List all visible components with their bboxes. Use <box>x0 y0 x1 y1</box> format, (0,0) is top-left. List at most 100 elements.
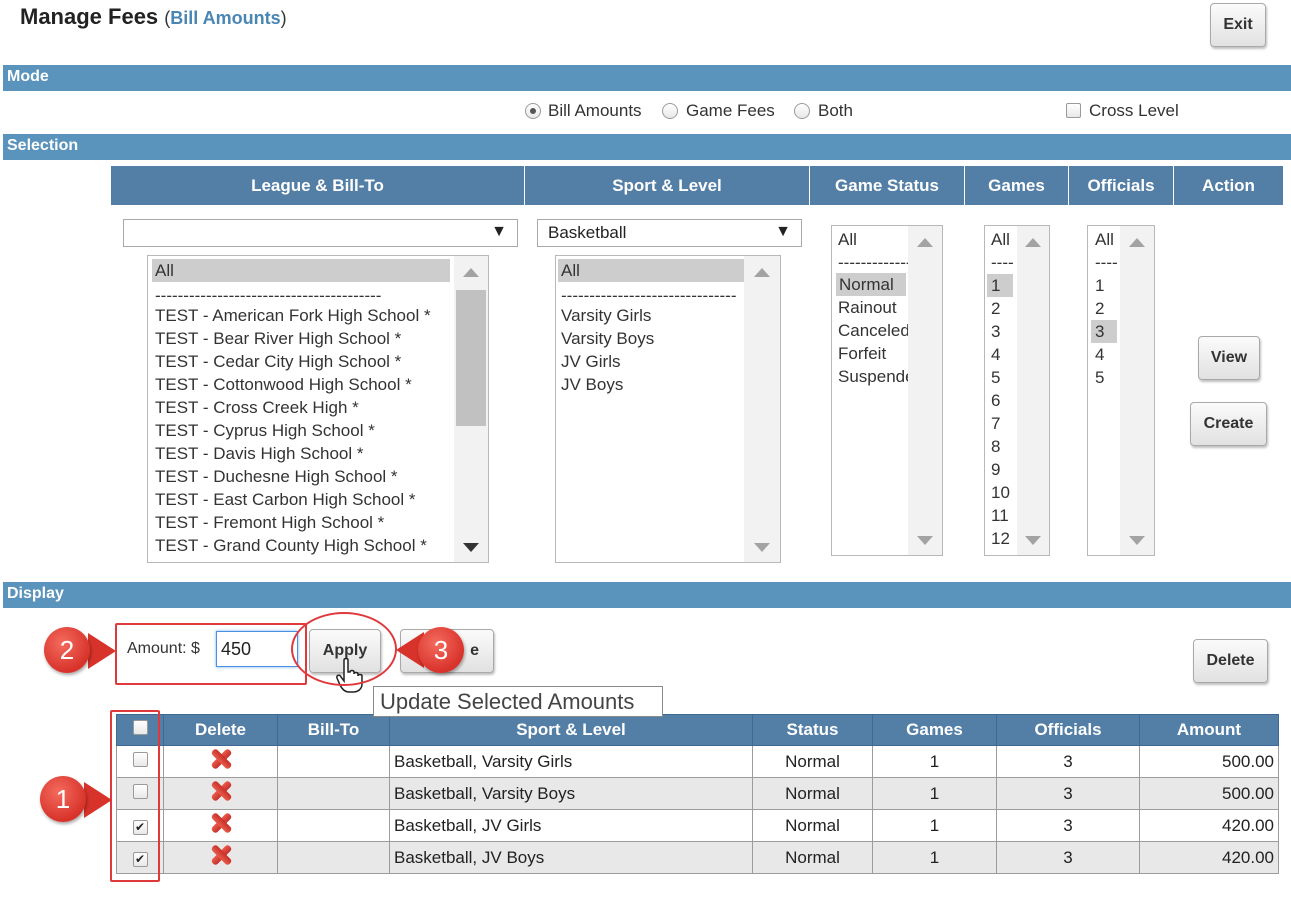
list-item[interactable]: 2 <box>1095 297 1104 320</box>
list-item[interactable]: TEST - Grand County High School * <box>155 534 427 557</box>
scroll-down-icon[interactable] <box>463 543 479 552</box>
list-item[interactable]: 1 <box>1095 274 1104 297</box>
col-action: Action <box>1174 166 1283 205</box>
scroll-up-icon[interactable] <box>463 268 479 277</box>
status-listbox[interactable]: All -------------- Normal Rainout Cancel… <box>831 225 943 556</box>
games-cell: 1 <box>872 777 997 810</box>
sport-dropdown[interactable]: Basketball ▼ <box>537 219 802 247</box>
league-dropdown[interactable]: ▼ <box>123 219 518 247</box>
scroll-thumb[interactable] <box>456 290 486 426</box>
list-item: ---- <box>991 253 1014 272</box>
list-item[interactable]: JV Girls <box>561 350 621 373</box>
league-scrollbar[interactable] <box>454 256 488 562</box>
list-item[interactable]: All <box>991 228 1010 251</box>
list-item[interactable]: TEST - Duchesne High School * <box>155 465 398 488</box>
table-row: ✔ Basketball, JV Boys Normal 1 3 420.00 <box>116 841 1279 874</box>
cross-level-checkbox[interactable] <box>1066 103 1081 118</box>
list-item[interactable]: 4 <box>991 343 1000 366</box>
list-item[interactable]: TEST - Davis High School * <box>155 442 363 465</box>
list-item[interactable]: Varsity Girls <box>561 304 651 327</box>
page-title: Manage Fees (Bill Amounts) <box>20 4 287 29</box>
radio-bill-amounts[interactable] <box>525 103 541 119</box>
delete-x-icon[interactable] <box>210 748 232 770</box>
scroll-down-icon[interactable] <box>754 543 770 552</box>
scroll-down-icon[interactable] <box>1129 536 1145 545</box>
scroll-down-icon[interactable] <box>1025 536 1041 545</box>
list-item[interactable]: JV Boys <box>561 373 623 396</box>
list-item[interactable]: 2 <box>991 297 1000 320</box>
list-item[interactable]: TEST - Fremont High School * <box>155 511 384 534</box>
display-section-bar: Display <box>3 582 1291 608</box>
sport-scrollbar[interactable] <box>744 256 780 562</box>
delete-x-icon[interactable] <box>210 780 232 802</box>
list-item[interactable]: 3 <box>991 320 1000 343</box>
table-row: Basketball, Varsity Girls Normal 1 3 500… <box>116 745 1279 778</box>
view-button[interactable]: View <box>1198 336 1260 380</box>
officials-listbox[interactable]: All ---- 1 2 3 4 5 <box>1087 225 1155 556</box>
exit-button[interactable]: Exit <box>1210 3 1266 47</box>
list-item[interactable]: 7 <box>991 412 1000 435</box>
list-item[interactable]: 4 <box>1095 343 1104 366</box>
list-item[interactable]: Suspended <box>838 365 908 388</box>
list-item[interactable]: TEST - Cross Creek High * <box>155 396 359 419</box>
status-scrollbar[interactable] <box>908 226 942 555</box>
list-item[interactable]: 11 <box>991 504 1009 527</box>
table-row: ✔ Basketball, JV Girls Normal 1 3 420.00 <box>116 809 1279 842</box>
list-item[interactable]: Varsity Boys <box>561 327 654 350</box>
list-item[interactable]: TEST - Bear River High School * <box>155 327 401 350</box>
list-item[interactable]: 12 <box>991 527 1010 550</box>
list-item[interactable]: 8 <box>991 435 1000 458</box>
list-item[interactable]: TEST - Cyprus High School * <box>155 419 375 442</box>
list-item[interactable]: 1 <box>987 274 1013 297</box>
list-item[interactable]: TEST - East Carbon High School * <box>155 488 415 511</box>
create-button[interactable]: Create <box>1190 402 1267 446</box>
list-item[interactable]: Forfeit <box>838 342 886 365</box>
cross-level-label[interactable]: Cross Level <box>1089 101 1179 121</box>
list-item[interactable]: 5 <box>1095 366 1104 389</box>
bill-to-cell <box>277 745 390 778</box>
highlight-checkbox-column <box>110 710 160 882</box>
col-amount: Amount <box>1139 714 1279 746</box>
list-item[interactable]: All <box>152 259 450 282</box>
games-scrollbar[interactable] <box>1017 226 1049 555</box>
scroll-up-icon[interactable] <box>917 238 933 247</box>
list-item[interactable]: Rainout <box>838 296 897 319</box>
amount-cell: 500.00 <box>1139 745 1279 778</box>
list-item[interactable]: 10 <box>991 481 1010 504</box>
list-item[interactable]: TEST - American Fork High School * <box>155 304 431 327</box>
list-item[interactable]: 6 <box>991 389 1000 412</box>
sport-listbox[interactable]: All ------------------------------- Vars… <box>555 255 781 563</box>
list-item[interactable]: All <box>558 259 744 282</box>
col-officials: Officials <box>996 714 1140 746</box>
highlight-amount <box>115 623 307 685</box>
radio-game-fees-label[interactable]: Game Fees <box>686 101 775 121</box>
delete-x-icon[interactable] <box>210 812 232 834</box>
officials-cell: 3 <box>996 841 1140 874</box>
list-item[interactable]: All <box>838 228 857 251</box>
list-item[interactable]: 9 <box>991 458 1000 481</box>
list-item[interactable]: 3 <box>1091 320 1117 343</box>
col-sport-level: Sport & Level <box>389 714 753 746</box>
radio-both-label[interactable]: Both <box>818 101 853 121</box>
radio-bill-amounts-label[interactable]: Bill Amounts <box>548 101 642 121</box>
radio-both[interactable] <box>794 103 810 119</box>
list-item[interactable]: Normal <box>836 273 906 296</box>
list-item[interactable]: TEST - Cottonwood High School * <box>155 373 412 396</box>
league-listbox[interactable]: All ------------------------------------… <box>147 255 489 563</box>
delete-button[interactable]: Delete <box>1193 639 1268 683</box>
list-item[interactable]: All <box>1095 228 1114 251</box>
scroll-up-icon[interactable] <box>1025 238 1041 247</box>
list-item[interactable]: TEST - Cedar City High School * <box>155 350 401 373</box>
subtitle-mode: Bill Amounts <box>170 8 281 28</box>
scroll-down-icon[interactable] <box>917 536 933 545</box>
games-listbox[interactable]: All ---- 1 2 3 4 5 6 7 8 9 10 11 12 <box>984 225 1050 556</box>
amount-cell: 420.00 <box>1139 841 1279 874</box>
radio-game-fees[interactable] <box>662 103 678 119</box>
scroll-up-icon[interactable] <box>754 268 770 277</box>
officials-scrollbar[interactable] <box>1120 226 1154 555</box>
list-item[interactable]: Canceled <box>838 319 908 342</box>
delete-x-icon[interactable] <box>210 844 232 866</box>
list-item[interactable]: 5 <box>991 366 1000 389</box>
scroll-up-icon[interactable] <box>1129 238 1145 247</box>
games-cell: 1 <box>872 809 997 842</box>
